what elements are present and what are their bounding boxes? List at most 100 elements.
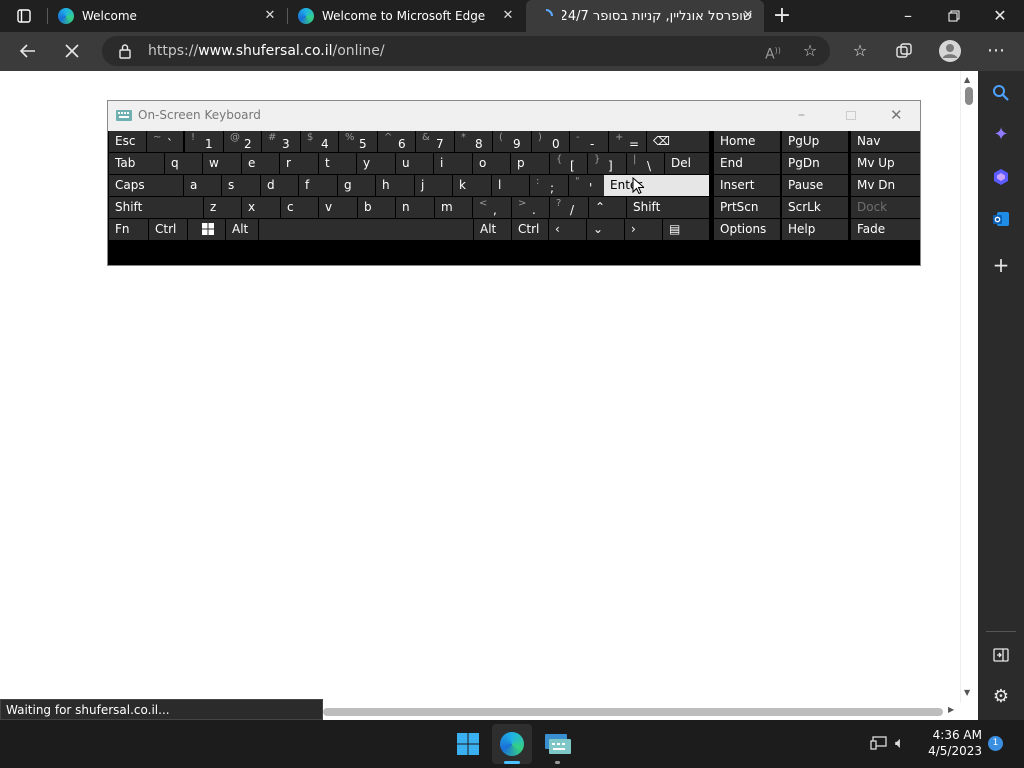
- key-pgdn[interactable]: PgDn: [782, 153, 848, 174]
- key-slash[interactable]: ? /: [550, 197, 588, 218]
- key-i[interactable]: i: [434, 153, 472, 174]
- key-prtscn[interactable]: PrtScn: [714, 197, 780, 218]
- stop-loading-button[interactable]: [56, 35, 88, 67]
- tab-close-icon[interactable]: ✕: [500, 8, 516, 24]
- key-arrow-right[interactable]: ›: [625, 219, 662, 240]
- key-o[interactable]: o: [473, 153, 510, 174]
- hide-sidebar-icon[interactable]: [989, 643, 1013, 667]
- key-v[interactable]: v: [319, 197, 357, 218]
- key-s[interactable]: s: [222, 175, 260, 196]
- edge-taskbar-button[interactable]: [492, 724, 532, 764]
- collections-icon[interactable]: [888, 35, 920, 67]
- key-ctrl-right[interactable]: Ctrl: [512, 219, 548, 240]
- key-arrow-left[interactable]: ‹: [549, 219, 586, 240]
- tab-welcome[interactable]: Welcome ✕: [48, 0, 286, 32]
- key-a[interactable]: a: [184, 175, 221, 196]
- key-9[interactable]: (9: [493, 131, 531, 152]
- key-fade[interactable]: Fade: [851, 219, 920, 240]
- key-z[interactable]: z: [204, 197, 241, 218]
- key-win[interactable]: [188, 219, 225, 240]
- add-favorite-icon[interactable]: ☆: [794, 35, 826, 67]
- osk-taskbar-button[interactable]: [540, 724, 576, 764]
- key-dock[interactable]: Dock: [851, 197, 920, 218]
- tab-close-icon[interactable]: ✕: [740, 8, 756, 24]
- key-pgup[interactable]: PgUp: [782, 131, 848, 152]
- key-7[interactable]: & 7: [416, 131, 454, 152]
- key-u[interactable]: u: [396, 153, 433, 174]
- key-arrow-up[interactable]: ⌃: [589, 197, 626, 218]
- outlook-icon[interactable]: [989, 207, 1013, 231]
- minimize-button[interactable]: –: [892, 0, 924, 32]
- tab-shufersal[interactable]: שופרסל אונליין, קניות בסופר 24/7 ✕: [526, 0, 764, 32]
- scroll-up-arrow[interactable]: ▲: [964, 75, 970, 84]
- key-m[interactable]: m: [435, 197, 472, 218]
- key-del[interactable]: Del: [665, 153, 709, 174]
- search-icon[interactable]: [989, 81, 1013, 105]
- key-3[interactable]: #3: [262, 131, 300, 152]
- profile-avatar[interactable]: [934, 35, 966, 67]
- key-4[interactable]: $4: [301, 131, 338, 152]
- key-l[interactable]: l: [492, 175, 529, 196]
- key-r[interactable]: r: [280, 153, 318, 174]
- key-5[interactable]: % 5: [339, 131, 377, 152]
- key-pause[interactable]: Pause: [782, 175, 848, 196]
- key-1[interactable]: ! 1: [185, 131, 223, 152]
- key-tilde[interactable]: ~ `: [147, 131, 183, 152]
- osk-minimize-button[interactable]: –: [798, 107, 805, 123]
- key-g[interactable]: g: [338, 175, 375, 196]
- start-button[interactable]: [456, 732, 480, 756]
- key-w[interactable]: w: [203, 153, 241, 174]
- new-tab-button[interactable]: +: [766, 0, 798, 32]
- key-f[interactable]: f: [299, 175, 337, 196]
- shopping-icon[interactable]: [989, 165, 1013, 189]
- key-menu[interactable]: ▤: [663, 219, 709, 240]
- key-mvdn[interactable]: Mv Dn: [851, 175, 920, 196]
- key-space[interactable]: [259, 219, 473, 240]
- key-arrow-down[interactable]: ⌄: [587, 219, 624, 240]
- key-caps[interactable]: Caps: [109, 175, 183, 196]
- key-backslash[interactable]: | \: [627, 153, 664, 174]
- tab-actions-icon[interactable]: [8, 0, 40, 32]
- key-end[interactable]: End: [714, 153, 780, 174]
- key-alt-left[interactable]: Alt: [226, 219, 258, 240]
- sidebar-settings-icon[interactable]: ⚙: [989, 685, 1013, 709]
- key-6[interactable]: ^ 6: [378, 131, 415, 152]
- key-equals[interactable]: + =: [609, 131, 646, 152]
- clock[interactable]: 4:36 AM 4/5/2023: [922, 727, 982, 759]
- key-period[interactable]: >.: [512, 197, 549, 218]
- key-x[interactable]: x: [242, 197, 280, 218]
- key-minus[interactable]: --: [570, 131, 608, 152]
- settings-menu-icon[interactable]: ⋯: [980, 35, 1012, 67]
- key-0[interactable]: ) 0: [532, 131, 569, 152]
- key-c[interactable]: c: [281, 197, 318, 218]
- key-quote[interactable]: " ': [569, 175, 606, 196]
- key-rbracket[interactable]: }]: [588, 153, 626, 174]
- add-sidebar-app-icon[interactable]: +: [989, 253, 1013, 277]
- key-fn[interactable]: Fn: [109, 219, 148, 240]
- read-aloud-icon[interactable]: A)): [757, 35, 789, 67]
- key-tab[interactable]: Tab: [109, 153, 164, 174]
- key-j[interactable]: j: [415, 175, 452, 196]
- key-b[interactable]: b: [358, 197, 395, 218]
- key-t[interactable]: t: [319, 153, 356, 174]
- osk-title-bar[interactable]: On-Screen Keyboard – ✕: [108, 101, 920, 131]
- key-enter[interactable]: Enter: [604, 175, 709, 196]
- scroll-right-arrow[interactable]: ▶: [948, 705, 954, 714]
- network-icon[interactable]: [870, 735, 888, 753]
- key-n[interactable]: n: [396, 197, 434, 218]
- key-comma[interactable]: <,: [473, 197, 511, 218]
- key-y[interactable]: y: [357, 153, 395, 174]
- key-e[interactable]: e: [242, 153, 279, 174]
- discover-sparkle-icon[interactable]: ✦: [989, 123, 1013, 147]
- key-k[interactable]: k: [453, 175, 491, 196]
- key-mvup[interactable]: Mv Up: [851, 153, 920, 174]
- key-8[interactable]: * 8: [455, 131, 492, 152]
- key-insert[interactable]: Insert: [714, 175, 780, 196]
- key-alt-right[interactable]: Alt: [474, 219, 511, 240]
- key-semicolon[interactable]: :;: [530, 175, 568, 196]
- key-h[interactable]: h: [376, 175, 414, 196]
- favorites-icon[interactable]: ☆: [844, 35, 876, 67]
- key-2[interactable]: @2: [224, 131, 261, 152]
- key-nav[interactable]: Nav: [851, 131, 920, 152]
- key-p[interactable]: p: [511, 153, 549, 174]
